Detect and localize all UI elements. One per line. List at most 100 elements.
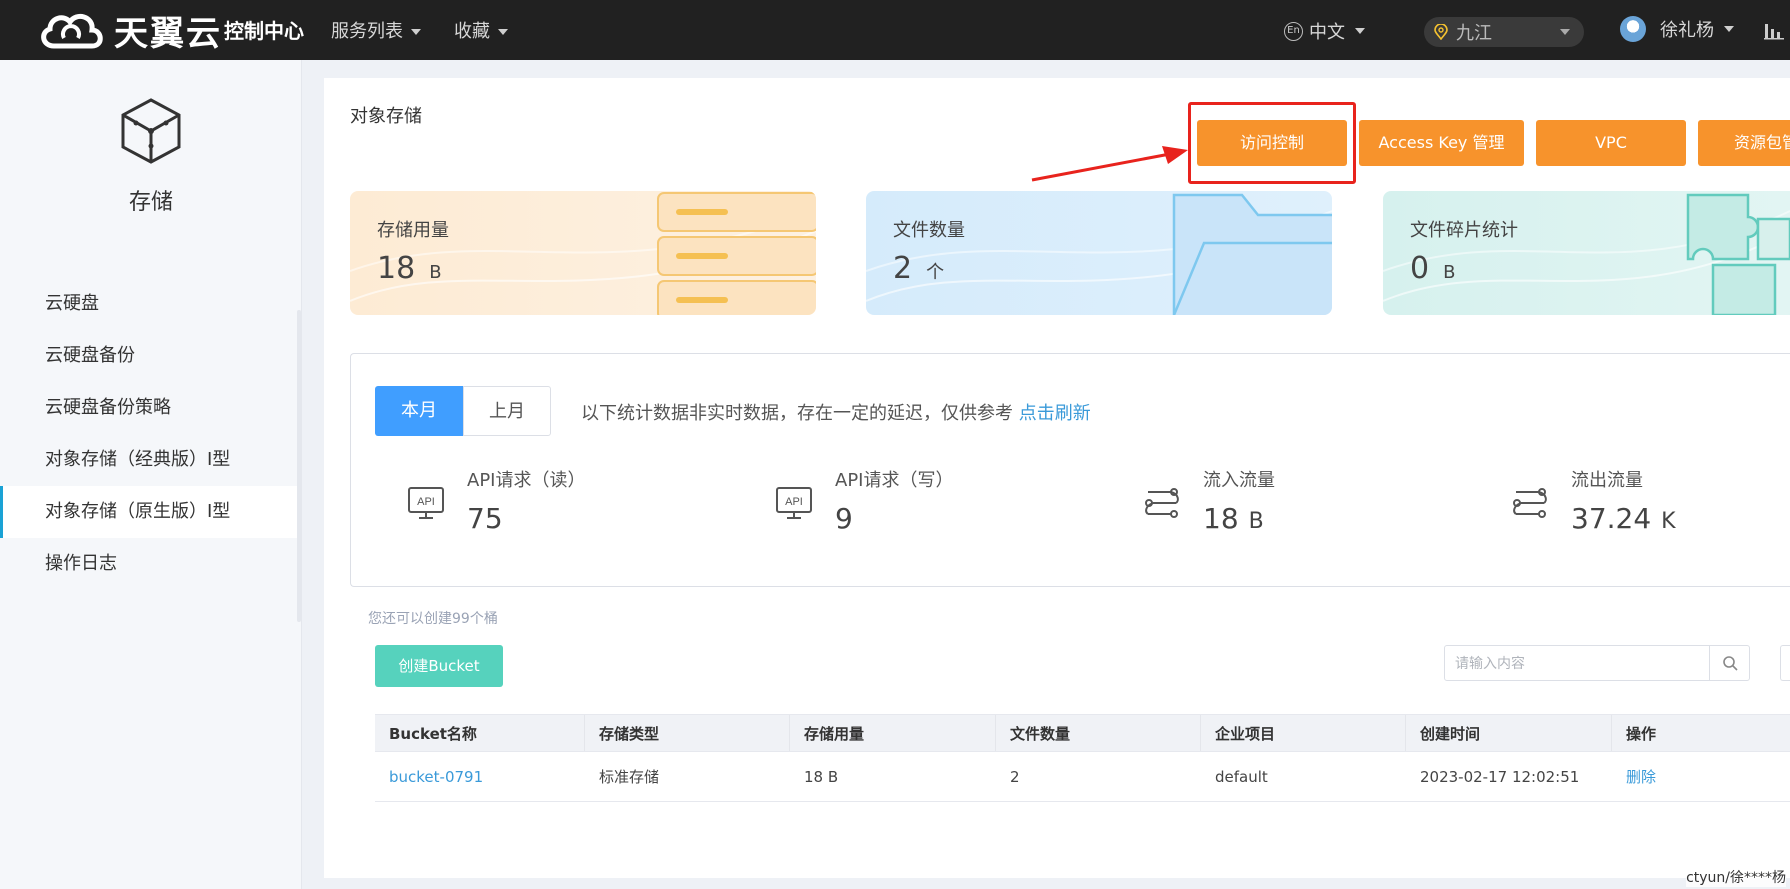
- sidebar-item-cloud-disk[interactable]: 云硬盘: [0, 278, 300, 330]
- stat-value: 2个: [893, 251, 944, 286]
- metric-value: 18 B: [1203, 502, 1264, 535]
- bucket-quota-text: 您还可以创建99个桶: [368, 611, 498, 627]
- main-content: 对象存储 访问控制 Access Key 管理 VPC 资源包管 存储用量 18…: [324, 78, 1790, 878]
- page-title: 对象存储: [350, 106, 422, 127]
- flow-icon: [1145, 488, 1179, 518]
- metric-label: 流出流量: [1571, 470, 1643, 491]
- stats-delay-note: 以下统计数据非实时数据，存在一定的延迟，仅供参考 点击刷新: [581, 399, 1091, 425]
- stat-label: 文件碎片统计: [1410, 220, 1518, 241]
- metric-number: 75: [467, 502, 503, 535]
- region-selector[interactable]: 九江: [1424, 17, 1584, 47]
- column-header: 存储类型: [585, 715, 790, 751]
- cloud-logo-icon: [41, 13, 103, 49]
- column-header: 存储用量: [790, 715, 996, 751]
- storage-cube-icon: [121, 98, 181, 164]
- search-input[interactable]: [1445, 646, 1711, 680]
- chevron-down-icon: [1724, 26, 1734, 32]
- created-time-cell: 2023-02-17 12:02:51: [1420, 767, 1580, 786]
- access-key-button[interactable]: Access Key 管理: [1359, 120, 1524, 166]
- sidebar-item-disk-backup[interactable]: 云硬盘备份: [0, 330, 300, 382]
- metric-outbound-traffic: 流出流量 37.24 K: [1511, 466, 1790, 546]
- stat-number: 0: [1410, 251, 1430, 286]
- stat-unit: B: [1443, 262, 1456, 283]
- column-header: 企业项目: [1201, 715, 1406, 751]
- note-text: 以下统计数据非实时数据，存在一定的延迟，仅供参考: [581, 403, 1013, 424]
- api-monitor-icon: API: [776, 487, 812, 519]
- svg-text:API: API: [785, 496, 803, 508]
- delete-link[interactable]: 删除: [1626, 766, 1656, 787]
- metric-number: 9: [835, 502, 853, 535]
- metric-unit: B: [1248, 509, 1264, 534]
- storage-usage-cell: 18 B: [804, 767, 839, 786]
- metric-inbound-traffic: 流入流量 18 B: [1143, 466, 1503, 546]
- stat-value: 18 B: [377, 251, 442, 286]
- stat-label: 文件数量: [893, 220, 965, 241]
- bucket-name-link[interactable]: bucket-0791: [389, 768, 483, 786]
- sidebar-title: 存储: [128, 190, 173, 215]
- sidebar-scrollbar[interactable]: [297, 310, 301, 622]
- metric-api-read: API API请求（读） 75: [407, 466, 767, 546]
- vpc-button[interactable]: VPC: [1536, 120, 1686, 166]
- metric-number: 37.24: [1571, 502, 1652, 535]
- favorites-menu-label: 收藏: [454, 21, 490, 42]
- user-menu[interactable]: 徐礼杨: [1620, 16, 1734, 42]
- traffic-statistics-panel: 本月 上月 以下统计数据非实时数据，存在一定的延迟，仅供参考 点击刷新 API …: [350, 353, 1790, 587]
- column-header: 创建时间: [1406, 715, 1612, 751]
- sidebar-item-operation-log[interactable]: 操作日志: [0, 538, 300, 590]
- sidebar-item-oss-classic[interactable]: 对象存储（经典版）Ⅰ型: [0, 434, 300, 486]
- region-label: 九江: [1456, 23, 1492, 44]
- metric-label: API请求（写）: [835, 470, 954, 491]
- metric-number: 18: [1203, 502, 1239, 535]
- resource-package-button[interactable]: 资源包管: [1698, 120, 1790, 166]
- highlight-box: [1188, 102, 1356, 184]
- services-menu[interactable]: 服务列表: [331, 17, 421, 43]
- svg-text:API: API: [417, 496, 435, 508]
- sidebar: 存储 云硬盘 云硬盘备份 云硬盘备份策略 对象存储（经典版）Ⅰ型 对象存储（原生…: [0, 60, 302, 889]
- stat-number: 18: [377, 251, 416, 286]
- refresh-link[interactable]: 点击刷新: [1019, 403, 1091, 424]
- avatar: [1620, 16, 1646, 42]
- metric-value: 37.24 K: [1571, 502, 1676, 535]
- stat-label: 存储用量: [377, 220, 449, 241]
- stat-number: 2: [893, 251, 913, 286]
- language-icon: En: [1284, 21, 1303, 41]
- sidebar-item-oss-native[interactable]: 对象存储（原生版）Ⅰ型: [0, 486, 300, 538]
- project-cell: default: [1215, 767, 1268, 786]
- tab-last-month[interactable]: 上月: [463, 386, 551, 436]
- chevron-down-icon: [498, 29, 508, 35]
- column-header: 文件数量: [996, 715, 1201, 751]
- brand-name: 天翼云: [114, 13, 222, 54]
- table-header: Bucket名称 存储类型 存储用量 文件数量 企业项目 创建时间 操作: [375, 714, 1790, 752]
- bar-chart-icon[interactable]: [1764, 22, 1784, 40]
- column-header: 操作: [1626, 724, 1657, 743]
- filter-button[interactable]: [1780, 645, 1790, 681]
- chevron-down-icon: [411, 29, 421, 35]
- favorites-menu[interactable]: 收藏: [454, 17, 508, 43]
- location-pin-icon: [1434, 24, 1448, 40]
- metric-value: 9: [835, 502, 863, 535]
- watermark: ctyun/徐****杨: [1686, 867, 1786, 887]
- metric-label: API请求（读）: [467, 470, 586, 491]
- brand-logo[interactable]: 天翼云: [36, 6, 222, 54]
- user-name: 徐礼杨: [1660, 20, 1714, 41]
- sidebar-item-backup-policy[interactable]: 云硬盘备份策略: [0, 382, 300, 434]
- bucket-search: [1444, 645, 1750, 681]
- create-bucket-button[interactable]: 创建Bucket: [375, 645, 503, 687]
- language-selector[interactable]: En 中文: [1284, 18, 1365, 44]
- table-row: bucket-0791 标准存储 18 B 2 default 2023-02-…: [375, 752, 1790, 802]
- api-monitor-icon: API: [408, 487, 444, 519]
- flow-icon: [1513, 488, 1547, 518]
- search-button[interactable]: [1709, 646, 1749, 680]
- chevron-down-icon: [1355, 28, 1365, 34]
- bucket-table: Bucket名称 存储类型 存储用量 文件数量 企业项目 创建时间 操作 buc…: [375, 714, 1790, 802]
- stat-card-fragments: 文件碎片统计 0B: [1383, 191, 1790, 315]
- file-count-cell: 2: [1010, 767, 1020, 786]
- tab-this-month[interactable]: 本月: [375, 386, 463, 436]
- stat-card-files: 文件数量 2个: [866, 191, 1332, 315]
- stat-unit: 个: [926, 262, 945, 283]
- metric-unit: K: [1661, 509, 1676, 534]
- stat-card-storage: 存储用量 18 B: [350, 191, 816, 315]
- console-title[interactable]: 控制中心: [224, 15, 304, 44]
- metric-value: 75: [467, 502, 513, 535]
- stat-value: 0B: [1410, 251, 1455, 286]
